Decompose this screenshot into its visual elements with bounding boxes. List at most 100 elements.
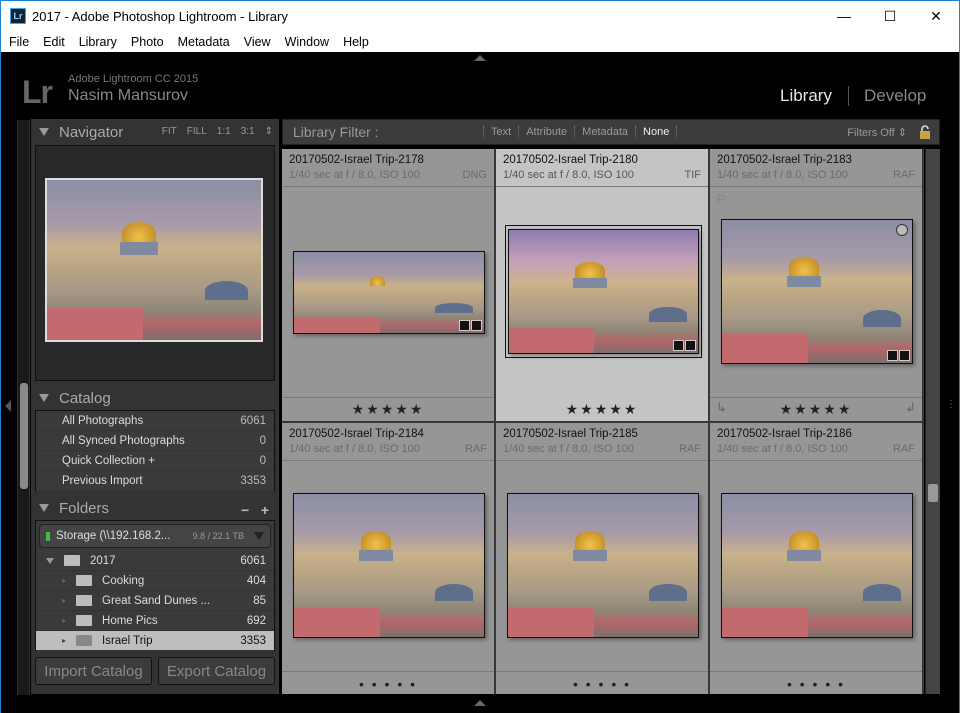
collapse-triangle-icon[interactable] <box>39 504 49 512</box>
rating-dots[interactable]: • • • • • <box>496 671 708 694</box>
expand-arrow-icon[interactable]: ▸ <box>62 616 66 625</box>
collapse-triangle-icon[interactable] <box>39 128 49 136</box>
develop-badge-icon <box>899 350 910 361</box>
volume-dropdown-icon[interactable] <box>254 532 264 540</box>
menu-metadata[interactable]: Metadata <box>178 35 230 49</box>
rating-stars[interactable]: ★★★★★ <box>710 397 922 421</box>
rating-stars[interactable]: ★★★★★ <box>282 397 494 421</box>
rotate-right-icon[interactable]: ↲ <box>905 400 916 416</box>
catalog-header[interactable]: Catalog <box>31 385 279 411</box>
menu-edit[interactable]: Edit <box>43 35 65 49</box>
catalog-item[interactable]: Previous Import 3353 <box>36 471 274 491</box>
expand-triangle-icon[interactable] <box>46 557 54 564</box>
close-button[interactable]: ✕ <box>913 1 959 31</box>
filmstrip-toggle-icon[interactable] <box>474 700 486 706</box>
lock-icon[interactable] <box>919 125 931 139</box>
menu-help[interactable]: Help <box>343 35 369 49</box>
folder-item[interactable]: ▸ Cooking 404 <box>36 571 274 591</box>
cell-header: 20170502-Israel Trip-2183 1/40 sec at f … <box>710 149 922 187</box>
photo-thumbnail[interactable] <box>721 219 913 364</box>
filter-none[interactable]: None <box>635 126 678 138</box>
filter-presets-dropdown[interactable]: Filters Off ⇕ <box>847 126 907 139</box>
navigator-image[interactable] <box>45 178 263 342</box>
flag-icon[interactable]: ⚐ <box>716 192 727 206</box>
folder-name: 2017 <box>90 554 116 567</box>
folder-count: 85 <box>253 594 266 607</box>
menu-bar: File Edit Library Photo Metadata View Wi… <box>1 31 959 52</box>
maximize-button[interactable]: ☐ <box>867 1 913 31</box>
catalog-item[interactable]: All Photographs 6061 <box>36 411 274 431</box>
filter-text[interactable]: Text <box>483 126 518 138</box>
expand-arrow-icon[interactable]: ▸ <box>62 576 66 585</box>
import-catalog-button[interactable]: Import Catalog <box>35 657 152 685</box>
folder-count: 3353 <box>240 634 266 647</box>
grid-cell[interactable]: 20170502-Israel Trip-2183 1/40 sec at f … <box>710 149 923 422</box>
grid-scrollbar[interactable] <box>925 149 940 694</box>
top-panel-toggle-icon[interactable] <box>474 55 486 61</box>
catalog-item[interactable]: Quick Collection + 0 <box>36 451 274 471</box>
filter-attribute[interactable]: Attribute <box>518 126 574 138</box>
photo-thumbnail[interactable] <box>293 493 485 638</box>
grid-cell[interactable]: 20170502-Israel Trip-2178 1/40 sec at f … <box>282 149 495 422</box>
folder-item[interactable]: ▸ Great Sand Dunes ... 85 <box>36 591 274 611</box>
rating-dots[interactable]: • • • • • <box>710 671 922 694</box>
navigator-header[interactable]: Navigator FIT FILL 1:1 3:1 ⇕ <box>31 119 279 145</box>
export-catalog-button[interactable]: Export Catalog <box>158 657 275 685</box>
grid-cell[interactable]: 20170502-Israel Trip-2185 1/40 sec at f … <box>496 423 709 694</box>
folder-root[interactable]: 2017 6061 <box>36 551 274 571</box>
menu-window[interactable]: Window <box>285 35 329 49</box>
folder-item-selected[interactable]: ▸ Israel Trip 3353 <box>36 631 274 651</box>
volume-size: 9.8 / 22.1 TB <box>192 531 244 541</box>
photo-thumbnail[interactable] <box>293 251 485 334</box>
grid-cell-selected[interactable]: 20170502-Israel Trip-2180 1/40 sec at f … <box>496 149 709 422</box>
left-panel-toggle-icon[interactable] <box>5 400 11 412</box>
quick-collection-icon[interactable] <box>896 224 908 236</box>
crop-badge-icon <box>459 320 470 331</box>
cell-exposure: 1/40 sec at f / 8.0, ISO 100 <box>503 443 634 455</box>
photo-grid: 20170502-Israel Trip-2178 1/40 sec at f … <box>282 149 924 694</box>
app-icon: Lr <box>10 8 26 24</box>
grid-cell[interactable]: 20170502-Israel Trip-2186 1/40 sec at f … <box>710 423 923 694</box>
zoom-fill[interactable]: FILL <box>187 126 207 137</box>
right-panel-toggle-icon[interactable]: ⋮ <box>946 399 956 410</box>
module-library[interactable]: Library <box>780 86 832 106</box>
menu-file[interactable]: File <box>9 35 29 49</box>
catalog-item[interactable]: All Synced Photographs 0 <box>36 431 274 451</box>
menu-library[interactable]: Library <box>79 35 117 49</box>
left-panel-scroll-thumb[interactable] <box>20 383 28 489</box>
volume-storage[interactable]: Storage (\\192.168.2... 9.8 / 22.1 TB <box>39 524 271 548</box>
folder-icon <box>76 575 93 586</box>
filter-metadata[interactable]: Metadata <box>574 126 635 138</box>
folder-icon <box>64 555 80 566</box>
zoom-3-1[interactable]: 3:1 <box>241 126 255 137</box>
menu-photo[interactable]: Photo <box>131 35 164 49</box>
volume-name: Storage (\\192.168.2... <box>56 530 171 542</box>
add-folder-button[interactable]: + <box>261 502 269 518</box>
expand-arrow-icon[interactable]: ▸ <box>62 596 66 605</box>
photo-thumbnail[interactable] <box>507 493 699 638</box>
folder-count: 6061 <box>240 554 266 567</box>
zoom-1-1[interactable]: 1:1 <box>217 126 231 137</box>
photo-thumbnail[interactable] <box>508 229 699 354</box>
expand-arrow-icon[interactable]: ▸ <box>62 636 66 645</box>
folders-header[interactable]: Folders − + <box>31 495 279 521</box>
folder-icon <box>76 595 93 606</box>
folder-item[interactable]: ▸ Home Pics 692 <box>36 611 274 631</box>
folder-name: Home Pics <box>102 614 158 627</box>
cell-filename: 20170502-Israel Trip-2184 <box>289 428 424 440</box>
photo-thumbnail[interactable] <box>721 493 913 638</box>
module-develop[interactable]: Develop <box>864 86 926 106</box>
rating-dots[interactable]: • • • • • <box>282 671 494 694</box>
minimize-button[interactable]: — <box>821 1 867 31</box>
remove-folder-button[interactable]: − <box>241 502 249 518</box>
zoom-stepper-icon[interactable]: ⇕ <box>265 126 273 137</box>
folder-icon <box>76 615 93 626</box>
cell-filename: 20170502-Israel Trip-2186 <box>717 428 852 440</box>
navigator-preview[interactable] <box>35 145 275 381</box>
rating-stars[interactable]: ★★★★★ <box>496 397 708 421</box>
grid-scroll-thumb[interactable] <box>928 484 938 502</box>
menu-view[interactable]: View <box>244 35 271 49</box>
collapse-triangle-icon[interactable] <box>39 394 49 402</box>
zoom-fit[interactable]: FIT <box>162 126 177 137</box>
grid-cell[interactable]: 20170502-Israel Trip-2184 1/40 sec at f … <box>282 423 495 694</box>
